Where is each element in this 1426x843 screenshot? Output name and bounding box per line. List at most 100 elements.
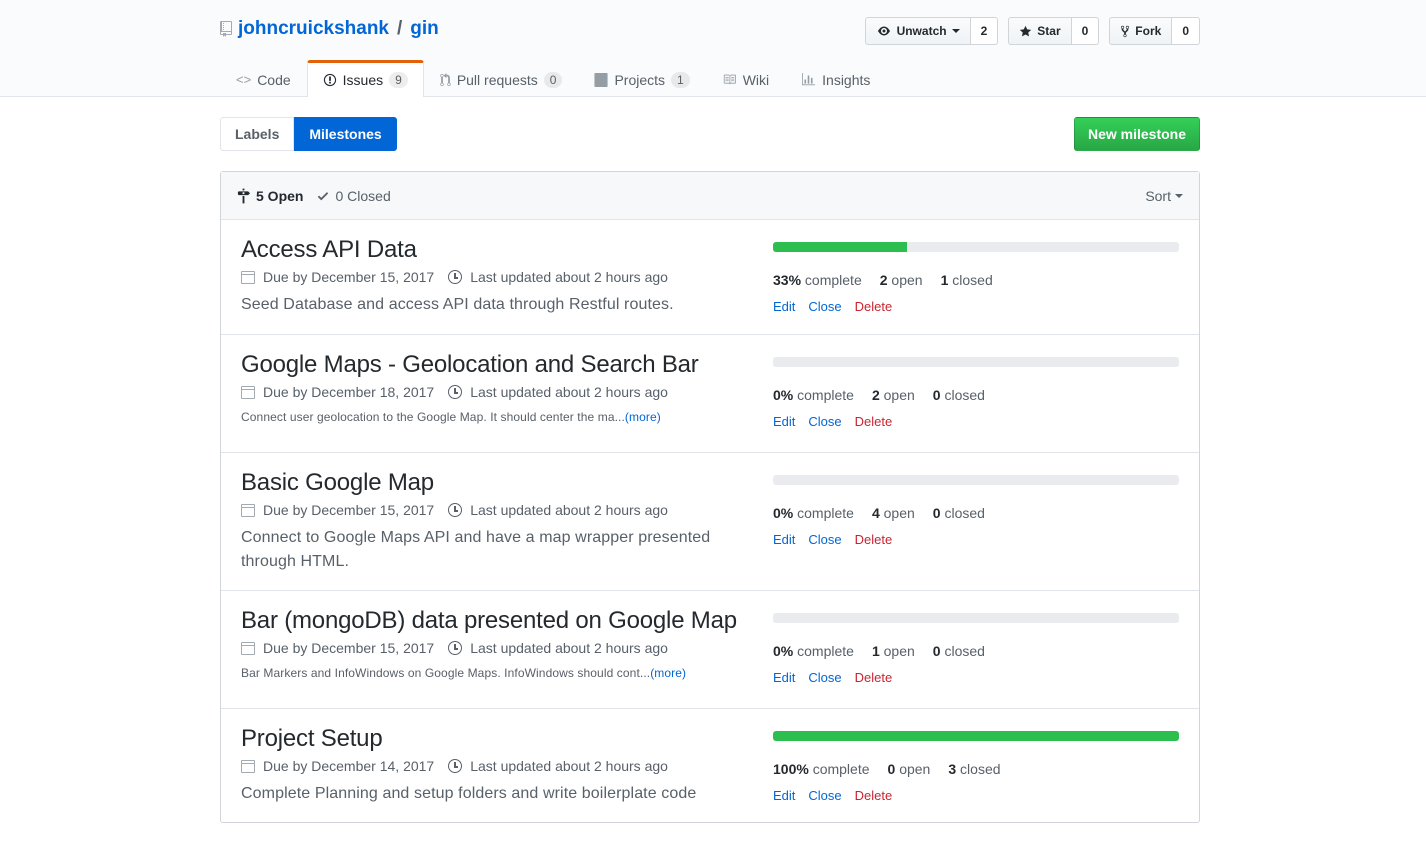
closed-count[interactable]: 1 closed	[941, 272, 993, 288]
clock-icon	[448, 503, 463, 517]
milestone-progress-area: 100% complete 0 open 3 closed Edit Close…	[773, 731, 1179, 803]
open-suffix: open	[887, 272, 923, 288]
milestone-title[interactable]: Basic Google Map	[241, 469, 773, 497]
tab-code[interactable]: <> Code	[220, 61, 307, 97]
close-link[interactable]: Close	[808, 299, 841, 314]
closed-count[interactable]: 0 closed	[933, 387, 985, 403]
milestone-icon	[237, 188, 250, 203]
open-suffix: open	[879, 643, 915, 659]
edit-link[interactable]: Edit	[773, 532, 795, 547]
due-date-text: Due by December 15, 2017	[263, 640, 435, 656]
milestone-progress-area: 0% complete 2 open 0 closed Edit Close D…	[773, 357, 1179, 429]
delete-link[interactable]: Delete	[855, 788, 893, 803]
milestones-list-header: 5 Open 0 Closed Sort	[221, 172, 1199, 220]
repo-owner-link[interactable]: johncruickshank	[238, 18, 389, 40]
progress-bar	[773, 613, 1179, 623]
delete-link[interactable]: Delete	[855, 532, 893, 547]
star-button[interactable]: Star	[1008, 17, 1072, 45]
milestone-meta: Due by December 15, 2017 Last updated ab…	[241, 269, 773, 285]
tab-issues[interactable]: Issues 9	[306, 60, 424, 97]
repo-title: johncruickshank / gin	[220, 18, 439, 40]
fork-button[interactable]: Fork	[1109, 17, 1173, 45]
watch-count[interactable]: 2	[970, 17, 999, 45]
milestone-meta: Due by December 15, 2017 Last updated ab…	[241, 502, 773, 518]
milestone-title[interactable]: Access API Data	[241, 236, 773, 264]
clock-icon	[448, 270, 463, 284]
repo-separator: /	[397, 18, 403, 39]
progress-fill	[773, 242, 907, 252]
percent-complete: 0% complete	[773, 643, 854, 659]
milestone-meta: Due by December 14, 2017 Last updated ab…	[241, 758, 773, 774]
milestone-meta: Due by December 15, 2017 Last updated ab…	[241, 640, 773, 656]
last-updated-text: Last updated about 2 hours ago	[470, 758, 668, 774]
dropdown-caret-icon	[951, 29, 960, 33]
open-count[interactable]: 2 open	[880, 272, 923, 288]
open-count[interactable]: 2 open	[872, 387, 915, 403]
milestone-title[interactable]: Bar (mongoDB) data presented on Google M…	[241, 607, 773, 635]
milestone-item: Bar (mongoDB) data presented on Google M…	[221, 591, 1199, 709]
closed-filter[interactable]: 0 Closed	[317, 188, 391, 204]
closed-suffix: closed	[940, 643, 985, 659]
tab-code-label: Code	[257, 71, 291, 88]
edit-link[interactable]: Edit	[773, 299, 795, 314]
issues-counter: 9	[389, 72, 408, 88]
calendar-icon	[241, 759, 255, 773]
star-label: Star	[1037, 24, 1061, 38]
due-date: Due by December 14, 2017	[241, 758, 434, 774]
watch-group: Unwatch 2	[864, 17, 999, 45]
milestones-link[interactable]: Milestones	[294, 117, 397, 151]
tab-pull-requests[interactable]: Pull requests 0	[424, 61, 579, 97]
milestone-stats: 0% complete 4 open 0 closed	[773, 505, 1179, 521]
percent-complete: 100% complete	[773, 761, 870, 777]
closed-count[interactable]: 0 closed	[933, 643, 985, 659]
due-date-text: Due by December 15, 2017	[263, 269, 435, 285]
close-link[interactable]: Close	[808, 532, 841, 547]
edit-link[interactable]: Edit	[773, 788, 795, 803]
open-count[interactable]: 1 open	[872, 643, 915, 659]
percent-value: 33%	[773, 272, 802, 288]
sort-dropdown[interactable]: Sort	[1145, 188, 1183, 204]
last-updated-text: Last updated about 2 hours ago	[470, 640, 668, 656]
watch-button[interactable]: Unwatch	[864, 17, 971, 45]
edit-link[interactable]: Edit	[773, 414, 795, 429]
more-link[interactable]: (more)	[650, 666, 686, 680]
open-count[interactable]: 0 open	[888, 761, 931, 777]
percent-complete: 33% complete	[773, 272, 862, 288]
fork-count[interactable]: 0	[1172, 17, 1200, 45]
close-link[interactable]: Close	[808, 670, 841, 685]
eye-icon	[877, 26, 890, 36]
more-link[interactable]: (more)	[625, 410, 661, 424]
labels-link[interactable]: Labels	[220, 117, 295, 151]
closed-suffix: closed	[948, 272, 993, 288]
milestone-title[interactable]: Google Maps - Geolocation and Search Bar	[241, 351, 773, 379]
tab-insights[interactable]: Insights	[785, 61, 886, 97]
close-link[interactable]: Close	[808, 414, 841, 429]
due-date: Due by December 18, 2017	[241, 384, 434, 400]
delete-link[interactable]: Delete	[855, 299, 893, 314]
milestone-description-text: Complete Planning and setup folders and …	[241, 785, 697, 802]
subnav: Labels Milestones New milestone	[220, 117, 1200, 151]
close-link[interactable]: Close	[808, 788, 841, 803]
star-count[interactable]: 0	[1071, 17, 1100, 45]
tab-projects[interactable]: Projects 1	[578, 61, 705, 97]
closed-count[interactable]: 3 closed	[948, 761, 1000, 777]
book-icon	[723, 74, 736, 85]
tab-issues-label: Issues	[342, 72, 384, 88]
closed-value: 0	[932, 387, 941, 403]
new-milestone-button[interactable]: New milestone	[1073, 117, 1200, 151]
labels-milestones-toggle: Labels Milestones	[220, 117, 397, 151]
milestone-progress-area: 0% complete 1 open 0 closed Edit Close D…	[773, 613, 1179, 685]
closed-count[interactable]: 0 closed	[933, 505, 985, 521]
milestone-title[interactable]: Project Setup	[241, 725, 773, 753]
milestone-progress-area: 0% complete 4 open 0 closed Edit Close D…	[773, 475, 1179, 547]
pull-requests-counter: 0	[543, 71, 563, 88]
delete-link[interactable]: Delete	[855, 414, 893, 429]
open-value: 1	[871, 643, 880, 659]
tab-wiki[interactable]: Wiki	[706, 61, 785, 97]
milestones-list: 5 Open 0 Closed Sort Access API Data Due…	[220, 171, 1200, 823]
repo-name-link[interactable]: gin	[410, 18, 439, 40]
open-filter[interactable]: 5 Open	[237, 188, 303, 204]
open-count[interactable]: 4 open	[872, 505, 915, 521]
edit-link[interactable]: Edit	[773, 670, 795, 685]
delete-link[interactable]: Delete	[855, 670, 893, 685]
